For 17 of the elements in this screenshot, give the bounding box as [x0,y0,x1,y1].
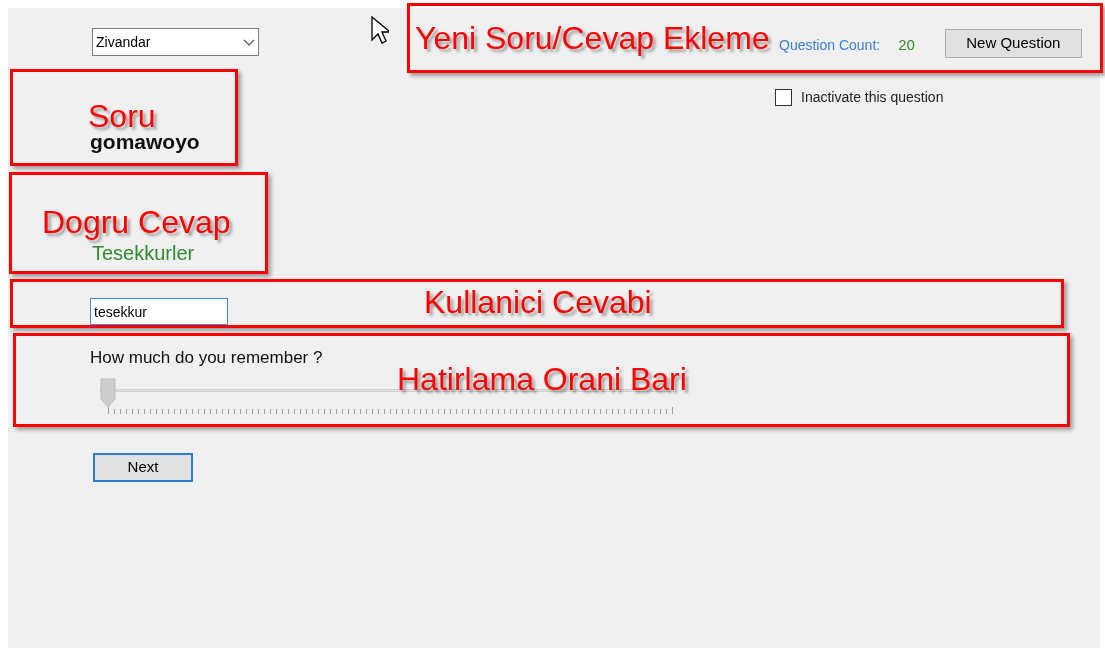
mouse-cursor-icon [371,16,389,46]
new-question-button[interactable]: New Question [944,29,1082,58]
chevron-down-icon [243,38,255,46]
correct-answer-text: Tesekkurler [92,241,195,265]
question-count-value: 20 [898,34,915,55]
annotation-label: Kullanici Cevabi [424,284,652,320]
remember-label: How much do you remember ? [90,348,323,368]
inactivate-checkbox[interactable] [775,89,792,106]
word-list-dropdown[interactable]: Zivandar [92,28,259,56]
next-button[interactable]: Next [93,453,193,482]
slider-thumb[interactable] [100,378,116,408]
annotation-label: Dogru Cevap [42,204,231,240]
annotation-label: Hatirlama Orani Bari [397,361,687,397]
inactivate-label: Inactivate this question [801,88,944,107]
annotation-label: Yeni Soru/Cevap Ekleme [415,20,770,56]
answer-field[interactable]: tesekkur [90,298,228,325]
question-count-label: Question Count: [779,36,881,55]
